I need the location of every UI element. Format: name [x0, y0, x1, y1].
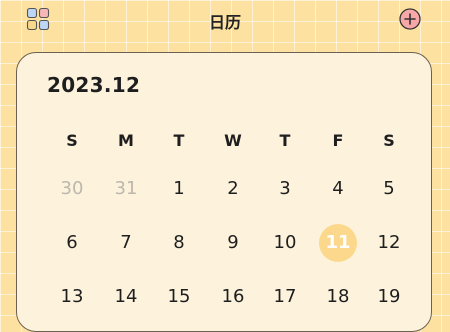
calendar-day[interactable]: 14 — [107, 278, 145, 316]
calendar-day[interactable]: 18 — [319, 278, 357, 316]
weekday-label: M — [118, 131, 134, 150]
weekday-label: F — [332, 131, 344, 150]
calendar-day[interactable]: 9 — [214, 224, 252, 262]
calendar-week-row: 6 7 8 9 10 11 12 — [17, 224, 431, 264]
weekday-label: T — [279, 131, 291, 150]
calendar-day[interactable]: 7 — [107, 224, 145, 262]
weekday-label: T — [173, 131, 185, 150]
calendar-day-today[interactable]: 11 — [319, 224, 357, 262]
calendar-day[interactable]: 30 — [53, 170, 91, 208]
calendar-day[interactable]: 16 — [214, 278, 252, 316]
page-title: 日历 — [208, 13, 241, 32]
calendar-day[interactable]: 13 — [53, 278, 91, 316]
calendar-day[interactable]: 8 — [160, 224, 198, 262]
top-bar: 日历 — [0, 0, 450, 40]
calendar-day[interactable]: 3 — [266, 170, 304, 208]
calendar-day[interactable]: 17 — [266, 278, 304, 316]
add-event-icon[interactable] — [399, 8, 421, 30]
calendar-card: 2023.12 SMTWTFS 30 31 1 2 3 4 5 6 7 8 9 10 11 12 13 14 1… — [16, 52, 432, 332]
calendar-week-row: 13 14 15 16 17 18 19 — [17, 278, 431, 318]
weekday-label: W — [224, 131, 242, 150]
calendar-day[interactable]: 31 — [107, 170, 145, 208]
weekday-label: S — [66, 131, 78, 150]
calendar-day[interactable]: 4 — [319, 170, 357, 208]
weekday-label: S — [383, 131, 395, 150]
calendar-day[interactable]: 6 — [53, 224, 91, 262]
calendar-week-row: 30 31 1 2 3 4 5 — [17, 170, 431, 210]
calendar-day[interactable]: 2 — [214, 170, 252, 208]
calendar-day[interactable]: 19 — [370, 278, 408, 316]
month-label: 2023.12 — [47, 73, 141, 97]
calendar-day[interactable]: 5 — [370, 170, 408, 208]
calendar-day[interactable]: 12 — [370, 224, 408, 262]
calendar-day[interactable]: 1 — [160, 170, 198, 208]
calendar-day[interactable]: 10 — [266, 224, 304, 262]
calendar-day[interactable]: 15 — [160, 278, 198, 316]
